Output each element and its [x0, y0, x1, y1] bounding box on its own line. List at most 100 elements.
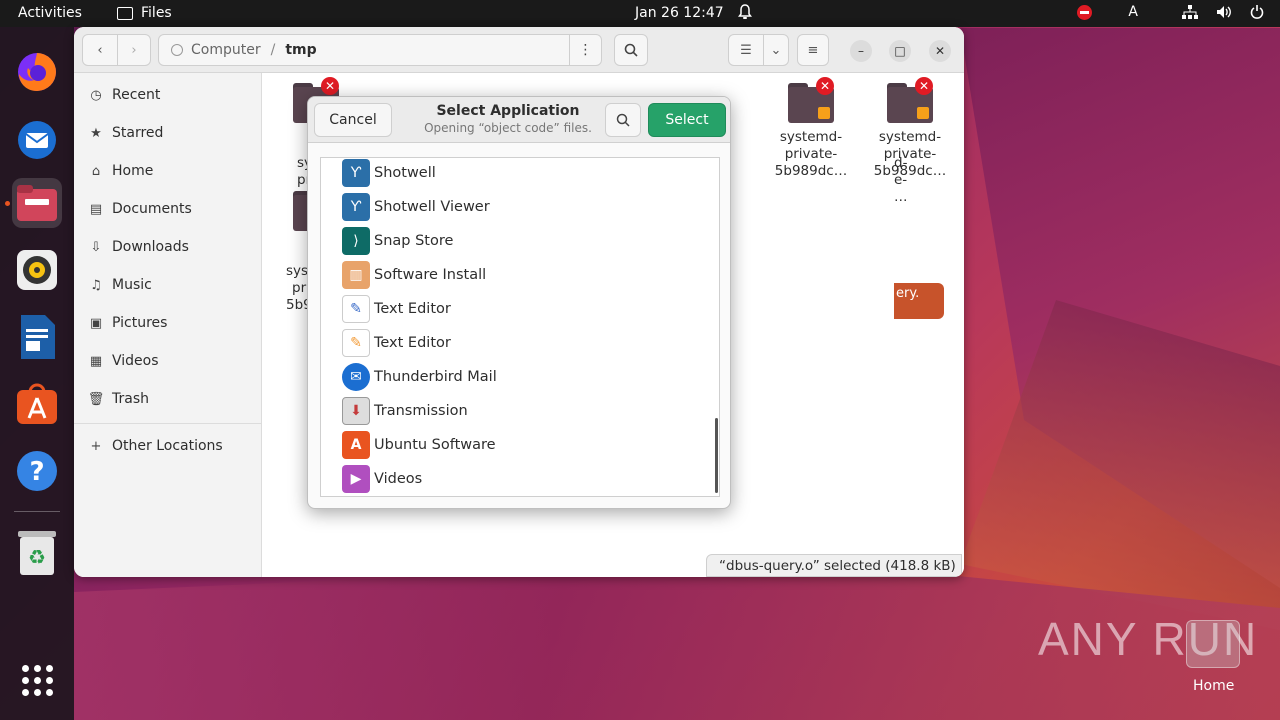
app-grid-icon[interactable] [12, 655, 62, 705]
folder-item[interactable]: ✕ systemd- private- 5b989dc… [867, 73, 953, 180]
folder-item[interactable]: ✕ systemd- private- 5b989dc… [768, 73, 854, 180]
thunderbird-icon[interactable] [12, 115, 62, 165]
clock-icon: ◷ [90, 87, 102, 103]
cancel-button[interactable]: Cancel [314, 103, 392, 137]
bell-icon[interactable] [738, 4, 752, 20]
sidebar-item-label: Downloads [112, 239, 189, 255]
path-segment-tmp[interactable]: tmp [285, 42, 316, 58]
svg-text:♻: ♻ [28, 545, 46, 569]
document-icon: ▤ [89, 201, 103, 217]
do-not-disturb-icon[interactable] [1077, 4, 1093, 20]
sidebar-item-recent[interactable]: ◷ Recent [74, 77, 262, 113]
sidebar-item-pictures[interactable]: ▣ Pictures [74, 305, 262, 341]
main-menu-button[interactable]: ≡ [797, 34, 829, 66]
activities-button[interactable]: Activities [18, 5, 82, 21]
help-icon[interactable]: ? [12, 446, 62, 496]
network-icon[interactable] [1182, 5, 1198, 19]
maximize-button[interactable]: □ [889, 40, 911, 62]
sidebar-item-starred[interactable]: ★ Starred [74, 115, 262, 151]
sidebar: ◷ Recent ★ Starred ⌂ Home ▤ Documents ⇩ Downl… [74, 73, 262, 577]
sidebar-item-label: Pictures [112, 315, 168, 331]
volume-icon[interactable] [1216, 5, 1232, 19]
search-button[interactable] [605, 103, 641, 137]
list-item[interactable]: Ƴ Shotwell [321, 158, 719, 190]
minimize-button[interactable]: – [850, 40, 872, 62]
download-icon: ⇩ [90, 239, 102, 255]
plus-icon: + [90, 438, 102, 454]
sidebar-item-other-locations[interactable]: + Other Locations [74, 428, 262, 464]
writer-icon[interactable] [12, 312, 62, 362]
app-name: Shotwell Viewer [374, 199, 490, 215]
chevron-left-icon: ‹ [97, 42, 103, 58]
hamburger-icon: ≡ [807, 42, 819, 58]
chevron-down-icon: ⌄ [770, 42, 782, 58]
folder-name: systemd- [878, 129, 942, 145]
sidebar-item-music[interactable]: ♫ Music [74, 267, 262, 303]
list-item[interactable]: ✉ Thunderbird Mail [321, 360, 719, 394]
list-item[interactable]: A Ubuntu Software [321, 428, 719, 462]
view-options-button[interactable]: ⌄ [763, 34, 789, 66]
app-name: Thunderbird Mail [374, 369, 497, 385]
path-segment-computer[interactable]: Computer [191, 42, 261, 58]
app-name: Transmission [374, 403, 468, 419]
error-badge-icon: ✕ [915, 77, 933, 95]
status-bar: “dbus-query.o” selected (418.8 kB) [706, 554, 962, 577]
sidebar-item-documents[interactable]: ▤ Documents [74, 191, 262, 227]
sidebar-item-home[interactable]: ⌂ Home [74, 153, 262, 189]
app-menu-label: Files [141, 5, 172, 21]
text-editor-icon: ✎ [342, 329, 370, 357]
locked-folder-icon: ✕ [788, 77, 834, 123]
close-button[interactable]: ✕ [929, 40, 951, 62]
power-icon[interactable] [1250, 5, 1264, 19]
transmission-icon: ⬇ [342, 397, 370, 425]
list-item[interactable]: ▶ Videos [321, 462, 719, 496]
app-name: Text Editor [374, 301, 451, 317]
app-menu[interactable]: Files [117, 5, 172, 21]
shotwell-icon: Ƴ [342, 193, 370, 221]
sidebar-item-videos[interactable]: ▦ Videos [74, 343, 262, 379]
notification-tooltip: ery. [894, 283, 944, 319]
desktop-home-label[interactable]: Home [1193, 678, 1234, 694]
view-list-button[interactable]: ☰ [728, 34, 764, 66]
sidebar-item-downloads[interactable]: ⇩ Downloads [74, 229, 262, 265]
list-item[interactable]: ✎ Text Editor [321, 326, 719, 360]
rhythmbox-icon[interactable] [12, 245, 62, 295]
list-item[interactable]: ▥ Software Install [321, 258, 719, 292]
dock: ? ♻ [0, 27, 74, 720]
back-button[interactable]: ‹ [82, 34, 118, 66]
scrollbar[interactable] [715, 418, 718, 493]
system-tray[interactable]: A [1077, 4, 1264, 20]
sidebar-item-label: Music [112, 277, 152, 293]
picture-icon: ▣ [89, 315, 103, 331]
select-button[interactable]: Select [648, 103, 726, 137]
list-item[interactable]: ⟩ Snap Store [321, 224, 719, 258]
dialog-header: Cancel Select Application Opening “objec… [308, 97, 730, 143]
clock[interactable]: Jan 26 12:47 [635, 5, 724, 21]
sidebar-item-label: Recent [112, 87, 161, 103]
list-item[interactable]: ✎ Text Editor [321, 292, 719, 326]
app-name: Videos [374, 471, 423, 487]
ubuntu-software-icon[interactable] [12, 379, 62, 429]
home-folder-icon[interactable] [1186, 620, 1240, 668]
video-icon: ▦ [89, 353, 103, 369]
folder-name: systemd- [779, 129, 843, 145]
firefox-icon[interactable] [12, 47, 62, 97]
star-icon: ★ [90, 125, 102, 141]
drive-icon [171, 44, 183, 56]
sidebar-item-trash[interactable]: 🗑 Trash [74, 381, 262, 417]
more-options-icon[interactable]: ⋮ [569, 35, 601, 65]
trash-icon[interactable]: ♻ [12, 528, 62, 578]
sidebar-item-label: Other Locations [112, 438, 223, 454]
list-view-icon: ☰ [740, 42, 752, 58]
files-icon[interactable] [12, 178, 62, 228]
search-button[interactable] [614, 34, 648, 66]
list-item[interactable]: ⬇ Transmission [321, 394, 719, 428]
list-item[interactable]: Ƴ Shotwell Viewer [321, 190, 719, 224]
forward-button[interactable]: › [117, 34, 151, 66]
ubuntu-software-icon: A [342, 431, 370, 459]
sidebar-item-label: Documents [112, 201, 192, 217]
keyboard-layout-indicator[interactable]: A [1128, 4, 1138, 20]
music-icon: ♫ [90, 277, 102, 293]
search-icon [624, 43, 638, 57]
sidebar-item-label: Trash [112, 391, 149, 407]
